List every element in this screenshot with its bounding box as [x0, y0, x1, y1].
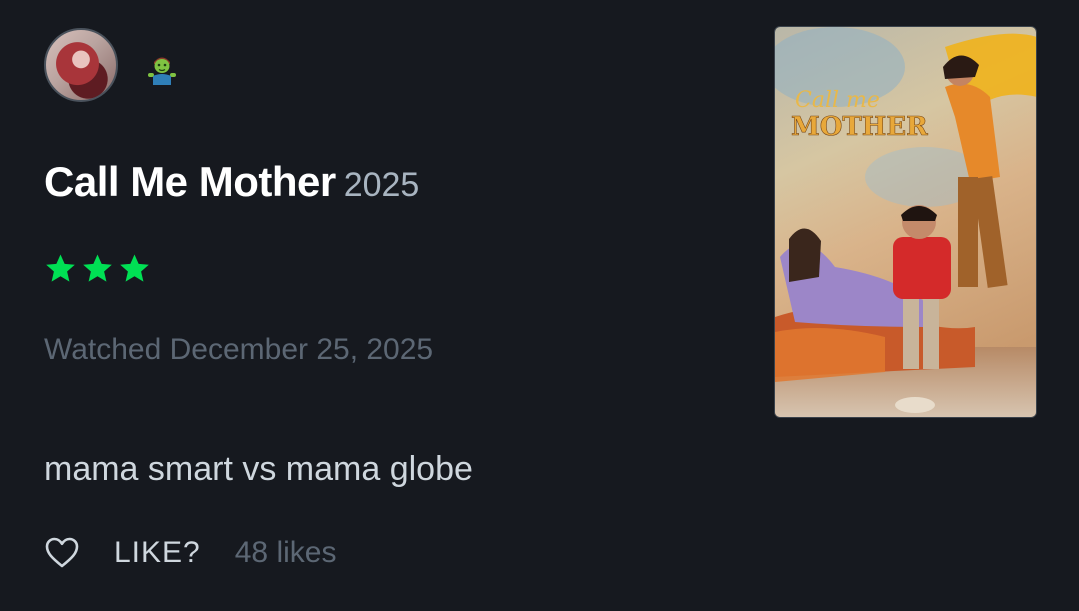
watched-date: Watched December 25, 2025	[44, 333, 434, 366]
poster-artwork: Call me MOTHER	[775, 27, 1036, 417]
review-card: Call Me Mother 2025 Watched December 25, …	[0, 0, 1079, 611]
film-heading: Call Me Mother 2025	[44, 158, 419, 206]
like-row: LIKE? 48 likes	[44, 535, 336, 571]
like-button[interactable]: LIKE?	[114, 536, 201, 570]
avatar[interactable]	[44, 28, 118, 102]
review-body: mama smart vs mama globe	[44, 450, 473, 488]
poster-title-line1: Call me	[795, 88, 880, 113]
rating-stars	[44, 252, 151, 285]
star-icon	[120, 254, 149, 282]
star-icon	[83, 254, 112, 282]
star-icon	[46, 254, 75, 282]
heart-icon[interactable]	[44, 535, 80, 571]
film-title[interactable]: Call Me Mother	[44, 158, 336, 205]
poster-title-line2: MOTHER	[791, 112, 928, 142]
film-year[interactable]: 2025	[344, 166, 420, 204]
film-poster[interactable]: Call me MOTHER	[774, 26, 1037, 418]
likes-count[interactable]: 48 likes	[235, 536, 337, 570]
zombie-emoji-icon	[148, 57, 176, 85]
